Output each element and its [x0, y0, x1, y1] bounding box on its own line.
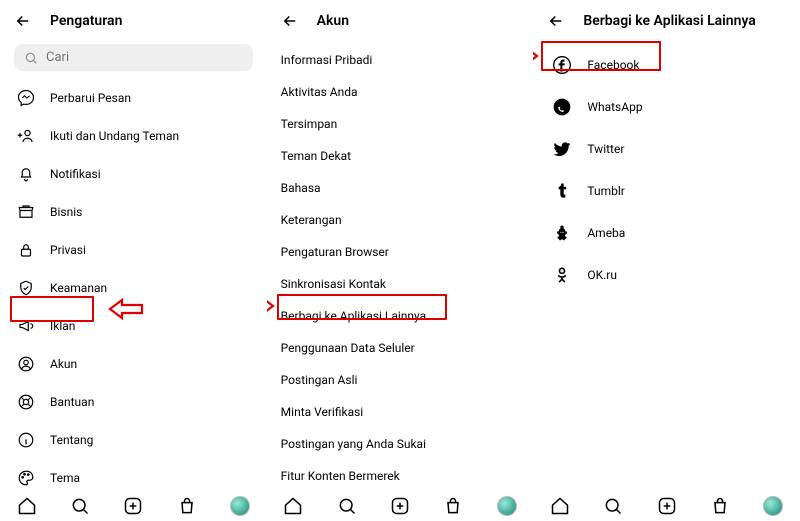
lock-icon [16, 240, 36, 260]
row-keterangan[interactable]: Keterangan [281, 204, 520, 236]
row-label: Ameba [587, 226, 625, 240]
profile-icon[interactable] [229, 495, 251, 517]
header: Berbagi ke Aplikasi Lainnya [547, 12, 786, 30]
row-label: Bantuan [50, 395, 94, 409]
back-icon[interactable] [281, 12, 299, 30]
row-aktivitas-anda[interactable]: Aktivitas Anda [281, 76, 520, 108]
row-bantuan[interactable]: Bantuan [14, 383, 253, 421]
row-label: Keamanan [50, 281, 107, 295]
row-penggunaan-data[interactable]: Penggunaan Data Seluler [281, 332, 520, 364]
back-icon[interactable] [547, 12, 565, 30]
row-bahasa[interactable]: Bahasa [281, 172, 520, 204]
add-icon[interactable] [122, 495, 144, 517]
arrow-to-facebook [533, 44, 539, 68]
row-label: Privasi [50, 243, 86, 257]
twitter-icon [551, 138, 573, 160]
okru-icon [551, 264, 573, 286]
row-fitur-konten-bermerek[interactable]: Fitur Konten Bermerek [281, 460, 520, 490]
arrow-to-berbagi [267, 294, 275, 318]
add-icon[interactable] [656, 495, 678, 517]
bell-icon [16, 164, 36, 184]
highlight-berbagi [277, 294, 447, 320]
row-postingan-asli[interactable]: Postingan Asli [281, 364, 520, 396]
row-label: Bisnis [50, 205, 82, 219]
person-circle-icon [16, 354, 36, 374]
search-input[interactable] [46, 50, 243, 65]
shield-icon [16, 278, 36, 298]
page-title: Pengaturan [50, 13, 122, 29]
row-whatsapp[interactable]: WhatsApp [547, 86, 786, 128]
highlight-akun [10, 296, 94, 322]
row-akun[interactable]: Akun [14, 345, 253, 383]
page-title: Berbagi ke Aplikasi Lainnya [583, 13, 755, 29]
lifebuoy-icon [16, 392, 36, 412]
search-icon[interactable] [336, 495, 358, 517]
whatsapp-icon [551, 96, 573, 118]
row-perbarui-pesan[interactable]: Perbarui Pesan [14, 79, 253, 117]
tabset-2 [267, 490, 534, 521]
row-bisnis[interactable]: Bisnis [14, 193, 253, 231]
home-icon[interactable] [16, 495, 38, 517]
storefront-icon [16, 202, 36, 222]
shop-icon[interactable] [709, 495, 731, 517]
home-icon[interactable] [282, 495, 304, 517]
row-tersimpan[interactable]: Tersimpan [281, 108, 520, 140]
row-postingan-sukai[interactable]: Postingan yang Anda Sukai [281, 428, 520, 460]
row-label: WhatsApp [587, 100, 642, 114]
row-tumblr[interactable]: Tumblr [547, 170, 786, 212]
profile-icon[interactable] [496, 495, 518, 517]
row-label: Tema [50, 471, 80, 485]
row-label: OK.ru [587, 268, 617, 282]
row-teman-dekat[interactable]: Teman Dekat [281, 140, 520, 172]
row-privasi[interactable]: Privasi [14, 231, 253, 269]
row-twitter[interactable]: Twitter [547, 128, 786, 170]
palette-icon [16, 468, 36, 488]
row-tema[interactable]: Tema [14, 459, 253, 490]
profile-icon[interactable] [762, 495, 784, 517]
row-label: Tumblr [587, 184, 624, 198]
add-person-icon [16, 126, 36, 146]
row-okru[interactable]: OK.ru [547, 254, 786, 296]
row-ameba[interactable]: Ameba [547, 212, 786, 254]
tumblr-icon [551, 180, 573, 202]
tabset-1 [0, 490, 267, 521]
highlight-facebook [541, 41, 661, 71]
row-label: Perbarui Pesan [50, 91, 131, 105]
info-icon [16, 430, 36, 450]
row-label: Twitter [587, 142, 624, 156]
header: Akun [281, 12, 520, 30]
row-label: Ikuti dan Undang Teman [50, 129, 179, 143]
row-ikuti-undang[interactable]: Ikuti dan Undang Teman [14, 117, 253, 155]
screen-berbagi: Berbagi ke Aplikasi Lainnya Facebook Wha… [533, 0, 800, 490]
row-minta-verifikasi[interactable]: Minta Verifikasi [281, 396, 520, 428]
screen-pengaturan: Pengaturan Perbarui Pesan Ikuti dan Unda… [0, 0, 267, 490]
screen-akun: Akun Informasi Pribadi Aktivitas Anda Te… [267, 0, 534, 490]
row-label: Notifikasi [50, 167, 101, 181]
search-field[interactable] [14, 44, 253, 71]
row-notifikasi[interactable]: Notifikasi [14, 155, 253, 193]
row-tentang[interactable]: Tentang [14, 421, 253, 459]
ameba-icon [551, 222, 573, 244]
add-icon[interactable] [389, 495, 411, 517]
row-informasi-pribadi[interactable]: Informasi Pribadi [281, 44, 520, 76]
row-label: Akun [50, 357, 77, 371]
row-label: Tentang [50, 433, 93, 447]
home-icon[interactable] [549, 495, 571, 517]
page-title: Akun [317, 13, 349, 29]
bottom-nav [0, 490, 800, 521]
row-pengaturan-browser[interactable]: Pengaturan Browser [281, 236, 520, 268]
search-icon [24, 51, 38, 65]
messenger-icon [16, 88, 36, 108]
arrow-to-akun [108, 297, 144, 321]
shop-icon[interactable] [176, 495, 198, 517]
shop-icon[interactable] [442, 495, 464, 517]
back-icon[interactable] [14, 12, 32, 30]
search-icon[interactable] [602, 495, 624, 517]
tabset-3 [533, 490, 800, 521]
search-icon[interactable] [69, 495, 91, 517]
header: Pengaturan [14, 12, 253, 30]
